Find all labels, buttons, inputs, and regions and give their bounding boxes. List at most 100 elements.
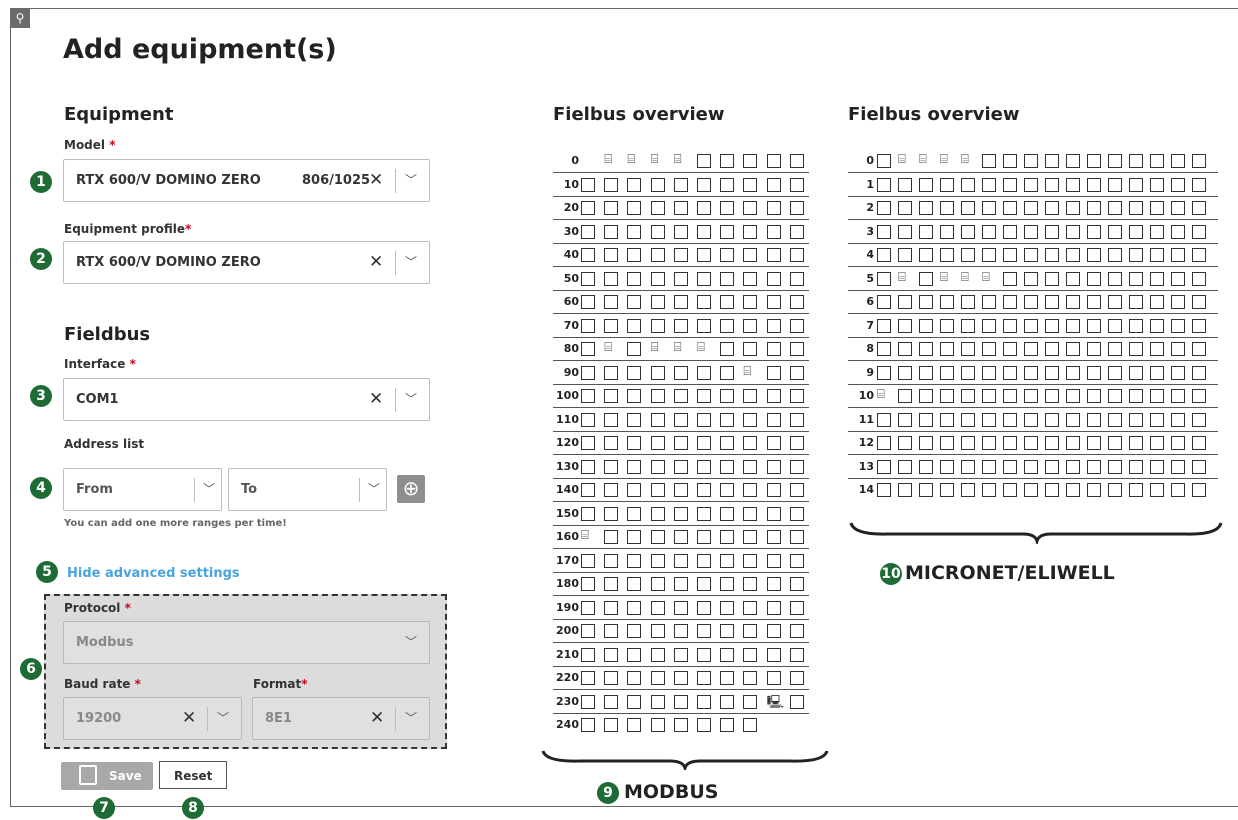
address-cell[interactable] — [650, 224, 665, 239]
address-cell[interactable] — [720, 154, 735, 168]
device-icon[interactable]: ⌸ — [604, 152, 612, 167]
address-cell[interactable] — [697, 271, 711, 286]
address-cell[interactable] — [877, 436, 891, 450]
address-cell[interactable] — [1087, 201, 1101, 215]
address-cell[interactable] — [604, 671, 619, 685]
address-cell[interactable] — [940, 459, 954, 474]
address-cell[interactable] — [627, 412, 642, 427]
address-cell[interactable] — [720, 248, 735, 262]
address-cell[interactable] — [1129, 154, 1143, 168]
address-cell[interactable] — [1045, 248, 1059, 262]
address-cell[interactable] — [697, 224, 711, 239]
address-cell[interactable] — [766, 436, 781, 450]
address-cell[interactable] — [743, 459, 758, 474]
interface-select[interactable]: COM1 ✕ ﹀ — [63, 378, 430, 421]
address-cell[interactable] — [673, 694, 688, 709]
address-cell[interactable] — [604, 459, 619, 474]
address-cell[interactable] — [766, 483, 781, 497]
address-cell[interactable] — [673, 483, 688, 497]
address-cell[interactable] — [766, 248, 781, 262]
address-cell[interactable] — [1150, 154, 1164, 168]
address-cell[interactable] — [581, 318, 595, 333]
address-cell[interactable] — [697, 647, 711, 662]
address-cell[interactable] — [673, 177, 688, 192]
address-cell[interactable] — [581, 389, 595, 403]
address-cell[interactable] — [789, 506, 804, 521]
address-cell[interactable] — [697, 694, 711, 709]
address-cell[interactable] — [1066, 459, 1080, 474]
address-cell[interactable] — [743, 483, 758, 497]
address-cell[interactable] — [743, 318, 758, 333]
address-cell[interactable] — [581, 436, 595, 450]
address-cell[interactable] — [898, 459, 912, 474]
address-cell[interactable] — [789, 459, 804, 474]
address-cell[interactable] — [940, 224, 954, 239]
address-cell[interactable] — [581, 483, 595, 497]
address-cell[interactable] — [789, 553, 804, 568]
address-cell[interactable] — [697, 624, 711, 638]
address-cell[interactable] — [877, 318, 891, 333]
address-cell[interactable] — [1192, 201, 1206, 215]
address-cell[interactable] — [877, 201, 891, 215]
device-icon[interactable]: ⌸ — [940, 152, 948, 167]
address-cell[interactable] — [1003, 201, 1017, 215]
address-cell[interactable] — [673, 248, 688, 262]
address-cell[interactable] — [877, 248, 891, 262]
address-cell[interactable] — [1150, 271, 1164, 286]
address-cell[interactable] — [604, 365, 619, 380]
address-cell[interactable] — [627, 365, 642, 380]
address-cell[interactable] — [650, 600, 665, 615]
address-cell[interactable] — [1150, 177, 1164, 192]
address-cell[interactable] — [743, 271, 758, 286]
address-cell[interactable] — [743, 412, 758, 427]
address-cell[interactable] — [1108, 248, 1122, 262]
address-cell[interactable] — [720, 177, 735, 192]
address-cell[interactable] — [581, 248, 595, 262]
address-cell[interactable] — [720, 201, 735, 215]
address-cell[interactable] — [1171, 177, 1185, 192]
address-cell[interactable] — [604, 271, 619, 286]
address-cell[interactable] — [766, 600, 781, 615]
address-cell[interactable] — [1129, 459, 1143, 474]
address-cell[interactable] — [1066, 248, 1080, 262]
address-cell[interactable] — [1045, 483, 1059, 497]
address-cell[interactable] — [604, 295, 619, 309]
address-cell[interactable] — [1024, 295, 1038, 309]
address-cell[interactable] — [1045, 412, 1059, 427]
address-cell[interactable] — [673, 224, 688, 239]
address-cell[interactable] — [766, 553, 781, 568]
address-cell[interactable] — [1087, 318, 1101, 333]
address-cell[interactable] — [627, 600, 642, 615]
address-cell[interactable] — [650, 436, 665, 450]
address-cell[interactable] — [743, 506, 758, 521]
address-cell[interactable] — [1024, 436, 1038, 450]
address-cell[interactable] — [1003, 436, 1017, 450]
address-cell[interactable] — [898, 412, 912, 427]
address-cell[interactable] — [1192, 389, 1206, 403]
address-cell[interactable] — [982, 483, 996, 497]
address-cell[interactable] — [720, 553, 735, 568]
address-cell[interactable] — [1150, 459, 1164, 474]
address-cell[interactable] — [1003, 318, 1017, 333]
address-cell[interactable] — [982, 177, 996, 192]
device-icon[interactable]: ⌸ — [898, 270, 906, 285]
profile-select[interactable]: RTX 600/V DOMINO ZERO ✕ ﹀ — [63, 241, 430, 284]
address-cell[interactable] — [898, 436, 912, 450]
address-cell[interactable] — [789, 154, 804, 168]
device-icon[interactable]: ⌸ — [627, 152, 635, 167]
address-cell[interactable] — [581, 553, 595, 568]
address-cell[interactable] — [650, 483, 665, 497]
address-cell[interactable] — [697, 530, 711, 544]
address-cell[interactable] — [581, 224, 595, 239]
address-cell[interactable] — [1192, 342, 1206, 356]
address-cell[interactable] — [627, 553, 642, 568]
clear-icon[interactable]: ✕ — [370, 708, 384, 728]
address-cell[interactable] — [581, 577, 595, 591]
address-cell[interactable] — [982, 365, 996, 380]
device-icon[interactable]: ⌸ — [651, 340, 659, 355]
address-cell[interactable] — [961, 389, 975, 403]
address-cell[interactable] — [877, 342, 891, 356]
address-cell[interactable] — [1150, 483, 1164, 497]
address-cell[interactable] — [627, 530, 642, 544]
address-cell[interactable] — [581, 271, 595, 286]
